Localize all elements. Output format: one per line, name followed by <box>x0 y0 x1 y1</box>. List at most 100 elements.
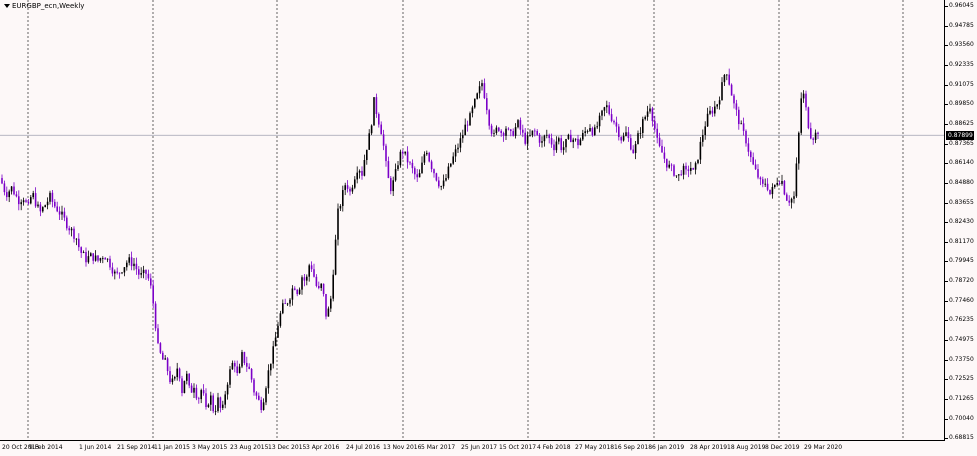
price-tick-label: 0.70040 <box>949 414 974 422</box>
candle-body <box>702 135 704 142</box>
candle-body <box>73 228 75 239</box>
time-tick-label: 28 Apr 2019 <box>690 444 728 451</box>
candle-body <box>630 138 632 150</box>
candle-body <box>747 143 750 152</box>
candle-body <box>694 163 697 170</box>
candle-body <box>241 352 243 367</box>
price-tick-mark <box>945 84 948 86</box>
candle-body <box>375 97 378 115</box>
candle-body <box>128 257 130 263</box>
candle-body <box>356 172 358 180</box>
candle-body <box>126 262 128 268</box>
candle-body <box>202 390 205 394</box>
candle-body <box>450 163 452 167</box>
candle-body <box>70 228 73 231</box>
current-price-label: 0.87899 <box>946 130 974 140</box>
candle-body <box>414 168 416 175</box>
candle-body <box>807 107 810 129</box>
candle-body <box>238 366 241 373</box>
symbol-title[interactable]: EURGBP_ecn,Weekly <box>4 2 84 10</box>
price-tick-mark <box>945 340 948 342</box>
candle-body <box>692 167 694 170</box>
price-tick-label: 0.84880 <box>949 179 974 187</box>
candlestick-chart[interactable] <box>0 0 945 441</box>
chart-window[interactable]: EURGBP_ecn,Weekly 0.96045 0.94785 0.93560 0… <box>0 0 977 456</box>
candle-body <box>642 119 644 133</box>
candle-body <box>790 198 793 203</box>
candle-body <box>608 105 610 115</box>
time-tick-label: 9 Feb 2014 <box>29 444 63 451</box>
price-tick-label: 0.74975 <box>949 336 974 344</box>
chevron-down-icon[interactable] <box>4 4 10 8</box>
candle-body <box>222 404 224 408</box>
candle-body <box>457 147 459 150</box>
candle-body <box>498 127 500 131</box>
candle-body <box>174 377 176 379</box>
price-tick-label: 0.76235 <box>949 316 974 324</box>
time-tick-label: 24 Jul 2016 <box>346 444 380 451</box>
candle-body <box>402 151 404 154</box>
candle-body <box>423 154 426 163</box>
candle-body <box>164 358 166 360</box>
time-tick-label: 3 Apr 2016 <box>306 444 340 451</box>
candle-body <box>248 366 250 369</box>
price-tick-label: 0.93560 <box>949 41 974 49</box>
time-tick-label: 27 May 2018 <box>575 444 615 451</box>
candle-body <box>714 106 716 114</box>
price-plot-area[interactable]: EURGBP_ecn,Weekly <box>0 0 945 441</box>
candle-body <box>546 134 548 136</box>
candle-body <box>771 186 774 195</box>
candle-body <box>728 74 730 85</box>
candle-body <box>464 124 466 136</box>
candle-body <box>157 328 159 344</box>
candle-body <box>291 288 294 300</box>
candle-body <box>370 125 373 134</box>
candle-body <box>44 205 46 208</box>
candle-body <box>51 192 54 202</box>
candle-body <box>721 82 723 101</box>
time-tick-label: 15 Oct 2017 <box>499 444 537 451</box>
candle-body <box>99 258 102 261</box>
candle-body <box>195 387 198 399</box>
candle-body <box>634 144 637 154</box>
symbol-title-label: EURGBP_ecn,Weekly <box>12 2 85 10</box>
candle-body <box>723 74 726 83</box>
candle-body <box>586 131 589 132</box>
candle-body <box>346 185 349 189</box>
candle-body <box>80 247 82 253</box>
candle-body <box>166 358 169 372</box>
price-tick-mark <box>945 163 948 165</box>
candle-body <box>459 138 462 148</box>
price-tick-mark <box>945 241 948 243</box>
candle-body <box>349 188 351 192</box>
candle-body <box>754 164 757 170</box>
candle-body <box>786 194 788 201</box>
candle-body <box>339 206 342 209</box>
candle-body <box>361 170 363 176</box>
time-tick-label: 21 Sep 2014 <box>117 444 156 451</box>
candle-body <box>534 130 536 132</box>
candle-body <box>548 134 550 139</box>
candle-body <box>627 132 630 139</box>
candle-body <box>32 193 34 198</box>
candle-body <box>6 192 8 198</box>
candle-body <box>428 152 430 162</box>
candle-body <box>368 133 370 150</box>
candle-body <box>654 121 656 129</box>
candle-body <box>663 152 666 159</box>
candle-body <box>344 185 346 191</box>
candle-body <box>524 132 526 144</box>
candle-body <box>810 128 812 139</box>
candle-body <box>121 272 123 274</box>
candle-body <box>85 252 87 263</box>
candle-body <box>493 132 495 134</box>
candle-body <box>776 183 778 185</box>
candle-body <box>625 132 627 136</box>
candle-body <box>615 122 618 127</box>
candle-body <box>574 138 577 140</box>
price-tick-mark <box>945 104 948 106</box>
candle-body <box>812 138 814 140</box>
candle-body <box>553 144 555 151</box>
candle-body <box>63 211 66 218</box>
candle-body <box>661 145 663 153</box>
